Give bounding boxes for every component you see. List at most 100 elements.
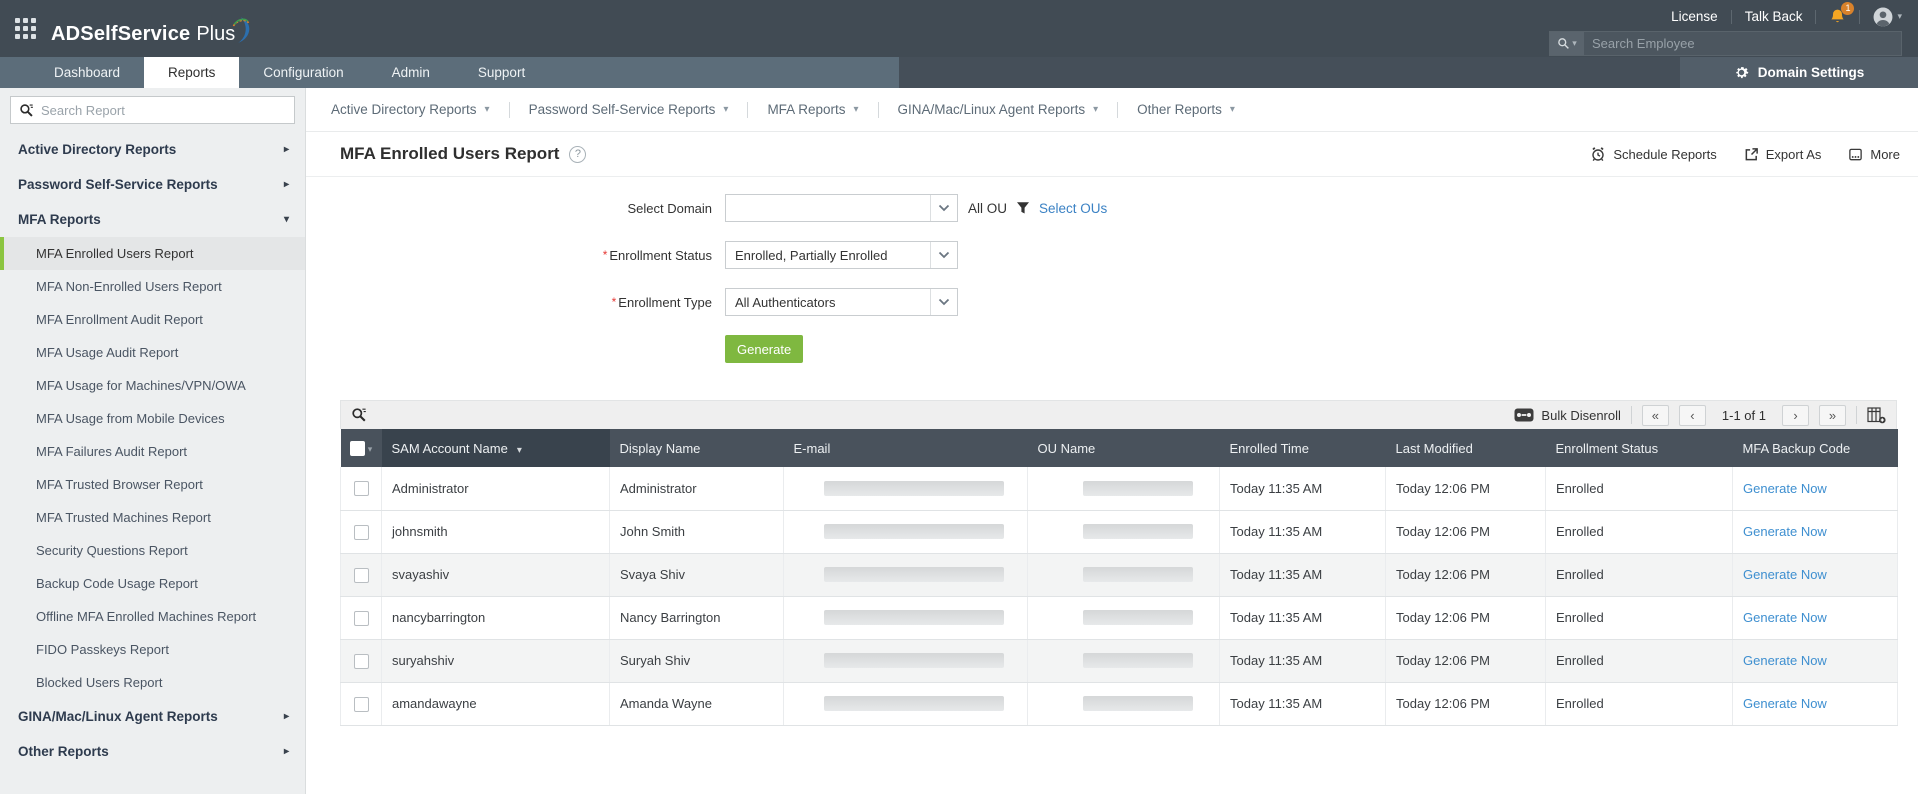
column-header-enrolled-time[interactable]: Enrolled Time [1219,429,1386,467]
row-checkbox[interactable] [353,481,369,497]
menu-password-self-service-reports[interactable]: Password Self-Service Reports ▾ [510,102,748,117]
sidebar-item-security-questions-report[interactable]: Security Questions Report [0,534,305,567]
display-name-cell: Amanda Wayne [609,682,784,726]
generate-now-link[interactable]: Generate Now [1743,567,1827,582]
avatar-icon [1874,7,1893,26]
chevron-down-icon[interactable]: ▾ [368,444,373,454]
report-content: Active Directory Reports ▾ Password Self… [306,88,1918,794]
more-button[interactable]: More [1848,147,1900,162]
column-chooser-icon[interactable] [1867,406,1886,424]
select-ous-link[interactable]: Select OUs [1039,201,1107,216]
license-link[interactable]: License [1671,9,1718,24]
prev-page-button[interactable]: ‹ [1678,404,1706,426]
notifications-bell-icon[interactable]: 1 [1829,2,1855,25]
tab-admin[interactable]: Admin [368,57,454,88]
email-cell [783,553,1028,597]
search-icon [1558,38,1570,49]
filter-funnel-icon[interactable] [1016,201,1030,215]
sidebar-item-password-self-service-reports[interactable]: Password Self-Service Reports ▸ [0,167,305,202]
sidebar-item-fido-passkeys-report[interactable]: FIDO Passkeys Report [0,633,305,666]
first-page-button[interactable]: « [1641,404,1669,426]
enrolled-time-cell: Today 11:35 AM [1219,682,1386,726]
redacted-email [824,696,1004,711]
display-name-cell: John Smith [609,510,784,554]
sidebar-item-mfa-non-enrolled-users-report[interactable]: MFA Non-Enrolled Users Report [0,270,305,303]
column-header-last-modified[interactable]: Last Modified [1385,429,1546,467]
chevron-down-icon: ▾ [853,104,859,115]
row-checkbox[interactable] [353,567,369,583]
schedule-reports-button[interactable]: Schedule Reports [1590,146,1717,162]
chevron-down-icon: ▾ [723,104,729,115]
sidebar-item-mfa-usage-audit-report[interactable]: MFA Usage Audit Report [0,336,305,369]
select-all-checkbox[interactable] [349,441,365,457]
sidebar-item-blocked-users-report[interactable]: Blocked Users Report [0,666,305,699]
app-logo[interactable]: ADSelfService Plus [51,12,259,46]
tab-reports[interactable]: Reports [144,57,240,88]
last-page-button[interactable]: » [1819,404,1846,426]
redacted-ou [1083,610,1193,625]
generate-now-link[interactable]: Generate Now [1743,524,1827,539]
tab-dashboard[interactable]: Dashboard [30,57,144,88]
page-title: MFA Enrolled Users Report [340,144,560,163]
generate-now-link[interactable]: Generate Now [1743,653,1827,668]
sidebar-item-mfa-trusted-machines-report[interactable]: MFA Trusted Machines Report [0,501,305,534]
ou-name-cell [1027,510,1220,554]
domain-settings-button[interactable]: Domain Settings [1680,57,1918,88]
sidebar-item-mfa-usage-mobile-devices[interactable]: MFA Usage from Mobile Devices [0,402,305,435]
select-domain-dropdown[interactable] [725,194,958,222]
column-header-enrollment-status[interactable]: Enrollment Status [1545,429,1733,467]
sidebar-item-mfa-usage-for-machines[interactable]: MFA Usage for Machines/VPN/OWA [0,369,305,402]
table-search-icon[interactable] [351,407,367,423]
column-header-email[interactable]: E-mail [783,429,1028,467]
chevron-down-icon: ▾ [1093,104,1099,115]
row-checkbox[interactable] [353,696,369,712]
column-header-mfa-backup-code[interactable]: MFA Backup Code [1732,429,1898,467]
sidebar-item-offline-mfa-enrolled-machines-report[interactable]: Offline MFA Enrolled Machines Report [0,600,305,633]
menu-mfa-reports[interactable]: MFA Reports ▾ [748,102,877,117]
talkback-link[interactable]: Talk Back [1745,9,1803,24]
enrollment-type-dropdown[interactable]: All Authenticators [725,288,958,316]
generate-now-link[interactable]: Generate Now [1743,696,1827,711]
row-checkbox[interactable] [353,524,369,540]
table-header-row: ▾ SAM Account Name ▾ Display Name E-mail … [340,429,1898,467]
generate-button[interactable]: Generate [725,335,804,363]
user-menu[interactable]: ▾ [1873,7,1902,27]
sidebar-item-other-reports[interactable]: Other Reports ▸ [0,734,305,769]
column-header-ou-name[interactable]: OU Name [1027,429,1220,467]
enrollment-status-dropdown[interactable]: Enrolled, Partially Enrolled [725,241,958,269]
tab-support[interactable]: Support [454,57,549,88]
next-page-button[interactable]: › [1782,404,1809,426]
generate-now-link[interactable]: Generate Now [1743,610,1827,625]
sidebar-item-mfa-enrollment-audit-report[interactable]: MFA Enrollment Audit Report [0,303,305,336]
last-modified-cell: Today 12:06 PM [1385,596,1546,640]
row-checkbox[interactable] [353,653,369,669]
generate-now-link[interactable]: Generate Now [1743,481,1827,496]
apps-grid-icon[interactable] [15,18,36,39]
sidebar-item-mfa-enrolled-users-report[interactable]: MFA Enrolled Users Report [0,237,305,270]
column-header-sam-account-name[interactable]: SAM Account Name ▾ [381,429,610,467]
menu-other-reports[interactable]: Other Reports ▾ [1118,102,1254,117]
sidebar-item-active-directory-reports[interactable]: Active Directory Reports ▸ [0,132,305,167]
employee-search-input[interactable] [1584,32,1901,55]
export-as-button[interactable]: Export As [1744,147,1821,162]
row-checkbox[interactable] [353,610,369,626]
column-header-display-name[interactable]: Display Name [609,429,784,467]
chevron-down-icon: ▾ [484,104,490,115]
search-scope-button[interactable]: ▾ [1550,32,1584,55]
report-search-input[interactable] [41,102,286,118]
tab-configuration[interactable]: Configuration [239,57,367,88]
sam-account-cell: amandawayne [381,682,610,726]
bulk-disenroll-button[interactable]: Bulk Disenroll [1514,408,1621,423]
menu-gina-mac-linux-agent-reports[interactable]: GINA/Mac/Linux Agent Reports ▾ [879,102,1118,117]
search-icon [20,103,33,117]
menu-active-directory-reports[interactable]: Active Directory Reports ▾ [312,102,509,117]
sidebar-item-backup-code-usage-report[interactable]: Backup Code Usage Report [0,567,305,600]
select-domain-label: Select Domain [627,200,712,216]
help-icon[interactable]: ? [569,145,587,163]
ou-name-cell [1027,682,1220,726]
sidebar-item-mfa-reports[interactable]: MFA Reports ▾ [0,202,305,237]
table-row: Administrator Administrator Today 11:35 … [340,467,1898,511]
sidebar-item-mfa-failures-audit-report[interactable]: MFA Failures Audit Report [0,435,305,468]
sidebar-item-mfa-trusted-browser-report[interactable]: MFA Trusted Browser Report [0,468,305,501]
sidebar-item-gina-mac-linux-agent-reports[interactable]: GINA/Mac/Linux Agent Reports ▸ [0,699,305,734]
